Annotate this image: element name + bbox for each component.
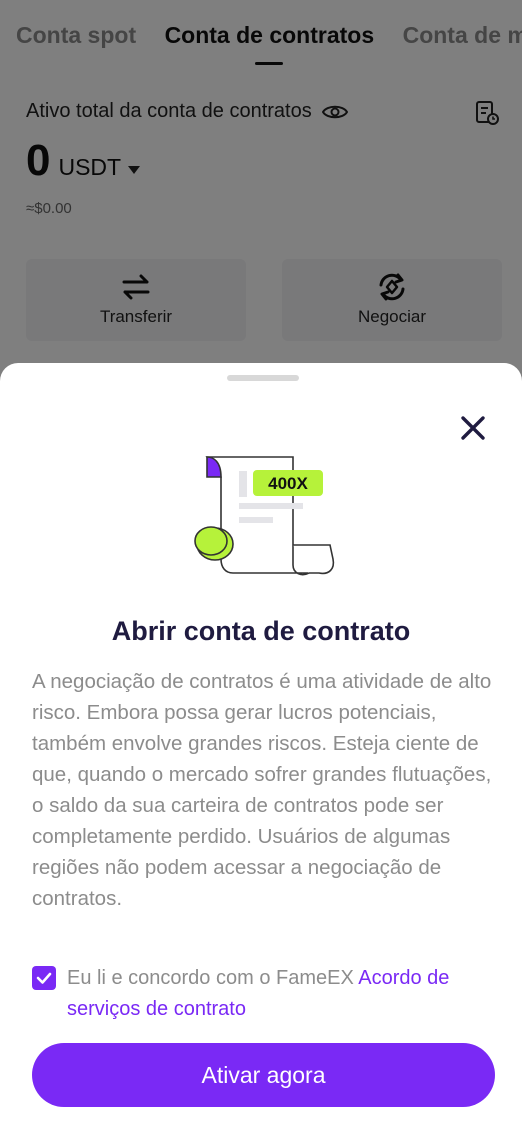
activate-now-button[interactable]: Ativar agora: [32, 1043, 495, 1107]
checkmark-icon: [36, 972, 52, 984]
leverage-badge-text: 400X: [268, 474, 308, 493]
agreement-text-prefix: Eu li e concordo com o FameEX: [67, 967, 359, 989]
agreement-row: Eu li e concordo com o FameEX Acordo de …: [32, 963, 492, 1025]
agreement-text: Eu li e concordo com o FameEX Acordo de …: [67, 963, 492, 1025]
agreement-checkbox[interactable]: [32, 966, 56, 990]
contract-scroll-illustration: 400X: [194, 456, 335, 576]
close-icon[interactable]: [456, 411, 490, 445]
risk-disclaimer: A negociação de contratos é uma atividad…: [32, 670, 492, 910]
open-contract-account-sheet: 400X Abrir conta de contrato A negociaçã…: [0, 363, 522, 1122]
sheet-title: Abrir conta de contrato: [111, 616, 411, 646]
drag-handle[interactable]: [227, 375, 299, 381]
